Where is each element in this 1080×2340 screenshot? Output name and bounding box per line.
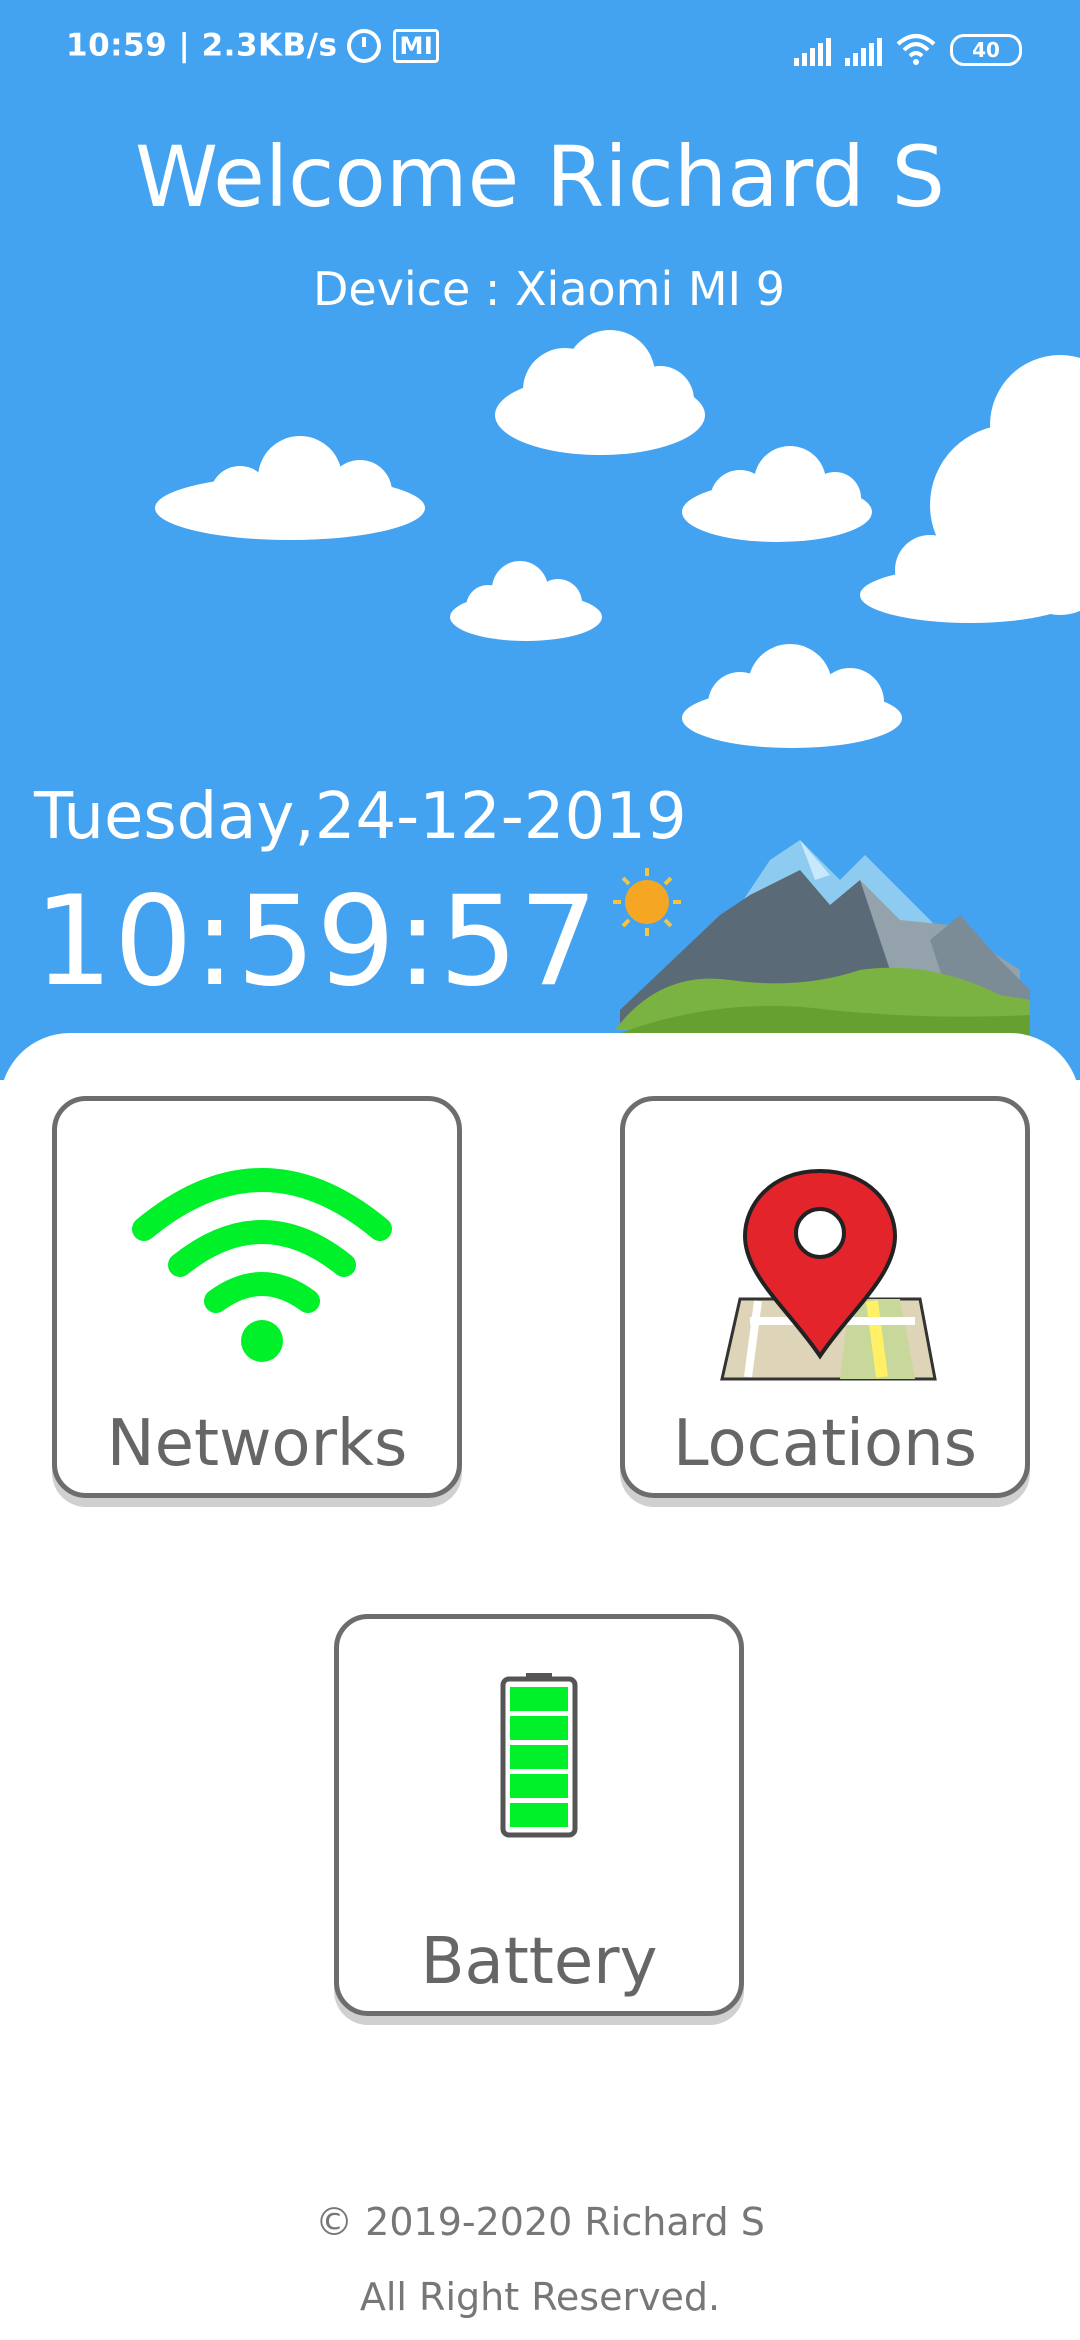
date-text: Tuesday,24-12-2019 bbox=[34, 780, 687, 854]
map-pin-icon bbox=[720, 1168, 937, 1381]
battery-tile[interactable]: Battery bbox=[334, 1614, 744, 2016]
status-time: 10:59 bbox=[66, 27, 168, 64]
cloud-illustration bbox=[155, 436, 425, 540]
sun-icon bbox=[613, 868, 681, 936]
rights-text: All Right Reserved. bbox=[359, 2275, 721, 2319]
mi-notification-icon: MI bbox=[393, 28, 440, 63]
network-speed: 2.3KB/s bbox=[201, 27, 338, 64]
status-bar: 10:59 | 2.3KB/s MI 40 bbox=[0, 0, 1080, 96]
alarm-icon bbox=[347, 28, 382, 63]
wifi-icon bbox=[132, 1168, 392, 1362]
signal-roaming-icon bbox=[845, 34, 882, 66]
welcome-title: Welcome Richard S bbox=[135, 128, 945, 226]
copyright-text: © 2019-2020 Richard S bbox=[315, 2200, 765, 2244]
mountain-landscape-illustration bbox=[613, 840, 1030, 1035]
networks-label: Networks bbox=[106, 1407, 408, 1481]
cloud-illustration bbox=[682, 644, 902, 748]
cloud-illustration bbox=[860, 355, 1080, 623]
locations-tile[interactable]: Locations bbox=[620, 1096, 1030, 1498]
clock-time: 10:59:57 bbox=[34, 870, 599, 1014]
cloud-illustration bbox=[495, 330, 705, 455]
locations-label: Locations bbox=[672, 1407, 978, 1481]
cloud-illustration bbox=[682, 446, 872, 542]
signal-icon bbox=[794, 34, 831, 66]
battery-icon bbox=[500, 1673, 578, 1838]
cloud-illustration bbox=[450, 561, 602, 641]
battery-status-icon: 40 bbox=[950, 34, 1022, 66]
battery-label: Battery bbox=[420, 1925, 658, 1999]
networks-tile[interactable]: Networks bbox=[52, 1096, 462, 1498]
device-name: Device : Xiaomi MI 9 bbox=[312, 262, 786, 316]
status-separator: | bbox=[167, 27, 202, 64]
status-right: 40 bbox=[794, 30, 1022, 66]
wifi-status-icon bbox=[896, 34, 936, 65]
status-left: 10:59 | 2.3KB/s MI bbox=[66, 26, 440, 64]
